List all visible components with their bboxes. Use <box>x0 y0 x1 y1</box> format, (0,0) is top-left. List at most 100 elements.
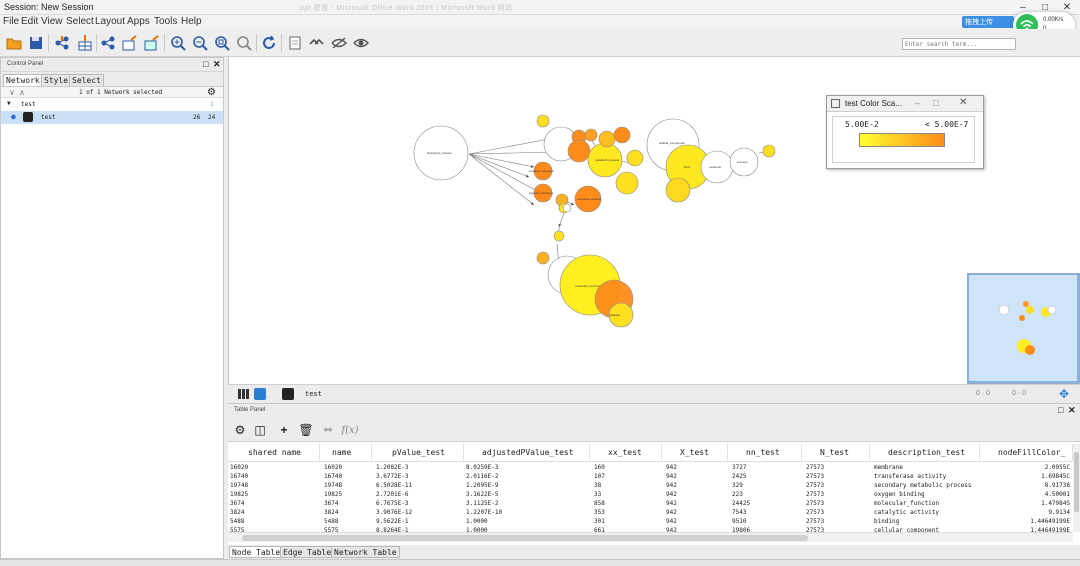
expand-arrow-icon[interactable]: ▼ <box>7 100 11 107</box>
refresh-icon[interactable] <box>260 34 278 52</box>
table-cell[interactable]: 8.91738 <box>984 482 1070 489</box>
close-panel-icon[interactable]: ✕ <box>213 59 221 70</box>
table-horizontal-scrollbar[interactable] <box>228 532 1073 542</box>
table-cell[interactable]: 858 <box>594 500 662 507</box>
home-icon[interactable] <box>308 34 326 52</box>
import-table-icon[interactable] <box>76 34 94 52</box>
table-cell[interactable]: 1.44649199E <box>984 518 1070 525</box>
table-cell[interactable]: 1.2207E-10 <box>466 509 590 516</box>
zoom-out-icon[interactable] <box>191 34 209 52</box>
table-cell[interactable]: 1.2095E-9 <box>466 482 590 489</box>
network-overview-minimap[interactable] <box>967 273 1080 384</box>
table-cell[interactable]: oxygen binding <box>874 491 980 498</box>
table-cell[interactable]: 5488 <box>324 518 372 525</box>
tab-select[interactable]: Select <box>69 74 104 86</box>
table-cell[interactable]: 27573 <box>806 491 870 498</box>
table-cell[interactable]: secondary metabolic process <box>874 482 980 489</box>
table-cell[interactable]: 942 <box>666 464 728 471</box>
close-table-icon[interactable]: ✕ <box>1068 405 1076 416</box>
table-cell[interactable]: 942 <box>666 491 728 498</box>
open-folder-icon[interactable] <box>5 34 23 52</box>
table-cell[interactable]: 16020 <box>230 464 320 471</box>
table-cell[interactable]: 3.9076E-12 <box>376 509 464 516</box>
collapse-all-icon[interactable]: ∨ <box>9 88 15 97</box>
table-cell[interactable]: 4.50001 <box>984 491 1070 498</box>
table-cell[interactable]: 2.0116E-2 <box>466 473 590 480</box>
table-cell[interactable]: 3824 <box>230 509 320 516</box>
export-image-icon[interactable] <box>143 34 161 52</box>
table-cell[interactable]: 107 <box>594 473 662 480</box>
save-icon[interactable] <box>27 34 45 52</box>
gear-icon[interactable]: ⚙ <box>207 87 216 98</box>
tab-node-table[interactable]: Node Table <box>229 546 284 558</box>
color-scale-legend[interactable]: test Color Sca... – □ ✕ 5.00E-2 < 5.00E-… <box>826 95 984 169</box>
menu-select[interactable]: Select <box>66 16 94 27</box>
table-row[interactable]: 19748 19748 6.5028E-11 1.2095E-9 38 942 329 275… <box>228 482 1073 491</box>
table-cell[interactable]: 3.6772E-3 <box>376 473 464 480</box>
table-cell[interactable]: 942 <box>666 473 728 480</box>
tab-style[interactable]: Style <box>41 74 72 86</box>
legend-maximize-button[interactable]: □ <box>933 98 938 108</box>
table-cell[interactable]: 7543 <box>732 509 802 516</box>
table-cell[interactable]: 942 <box>666 482 728 489</box>
zoom-in-icon[interactable] <box>169 34 187 52</box>
table-cell[interactable]: 1.2082E-3 <box>376 464 464 471</box>
delete-column-icon[interactable]: 🗑 <box>298 422 314 438</box>
menu-help[interactable]: Help <box>181 16 202 27</box>
table-cell[interactable]: 27573 <box>806 464 870 471</box>
zoom-selected-icon[interactable] <box>235 34 253 52</box>
col-header-x[interactable]: X_test <box>662 444 728 462</box>
add-column-icon[interactable]: + <box>276 422 292 438</box>
function-builder-icon[interactable]: f(x) <box>341 422 358 438</box>
legend-minimize-button[interactable]: – <box>915 98 920 108</box>
table-row[interactable]: 3674 3674 6.7675E-3 3.1125E-2 858 942 24425 275… <box>228 500 1073 509</box>
table-cell[interactable]: 27573 <box>806 473 870 480</box>
table-row[interactable]: 16740 16740 3.6772E-3 2.0116E-2 107 942 2425 27… <box>228 473 1073 482</box>
table-cell[interactable]: 223 <box>732 491 802 498</box>
table-cell[interactable]: 5488 <box>230 518 320 525</box>
tab-network-table[interactable]: Network Table <box>331 546 400 558</box>
new-network-from-selection-icon[interactable] <box>286 34 304 52</box>
table-cell[interactable]: 9.9134 <box>984 509 1070 516</box>
export-network-icon[interactable] <box>99 34 117 52</box>
col-header-adjusted-pvalue[interactable]: adjustedPValue_test <box>464 444 590 462</box>
col-header-shared-name[interactable]: shared name <box>228 444 320 462</box>
table-cell[interactable]: 19748 <box>230 482 320 489</box>
table-row[interactable]: 19825 19825 2.7201E-6 3.1622E-5 33 942 223 2757… <box>228 491 1073 500</box>
table-cell[interactable]: 16020 <box>324 464 372 471</box>
table-cell[interactable]: 9.5622E-1 <box>376 518 464 525</box>
table-row[interactable]: 16020 16020 1.2082E-3 8.0259E-3 160 942 3727 27… <box>228 464 1073 473</box>
table-cell[interactable]: 942 <box>666 518 728 525</box>
expand-all-icon[interactable]: ∧ <box>19 88 25 97</box>
table-cell[interactable]: 1.69845C <box>984 473 1070 480</box>
menu-apps[interactable]: Apps <box>127 16 150 27</box>
col-header-n[interactable]: N_test <box>802 444 870 462</box>
table-cell[interactable]: 6.7675E-3 <box>376 500 464 507</box>
table-cell[interactable]: 329 <box>732 482 802 489</box>
table-cell[interactable]: 6.5028E-11 <box>376 482 464 489</box>
table-cell[interactable]: 3.1125E-2 <box>466 500 590 507</box>
menu-view[interactable]: View <box>41 16 63 27</box>
show-icon[interactable] <box>352 34 370 52</box>
import-network-icon[interactable] <box>53 34 71 52</box>
table-cell[interactable]: 301 <box>594 518 662 525</box>
table-cell[interactable]: 942 <box>666 509 728 516</box>
table-cell[interactable]: 16740 <box>324 473 372 480</box>
tab-edge-table[interactable]: Edge Table <box>280 546 335 558</box>
float-table-icon[interactable]: □ <box>1058 405 1063 415</box>
table-cell[interactable]: 9510 <box>732 518 802 525</box>
table-cell[interactable]: 1.47984S <box>984 500 1070 507</box>
table-settings-icon[interactable]: ⚙ <box>232 422 248 438</box>
table-cell[interactable]: transferase activity <box>874 473 980 480</box>
navigate-icon[interactable]: ✥ <box>1059 387 1069 401</box>
table-cell[interactable]: binding <box>874 518 980 525</box>
export-view-icon[interactable] <box>282 388 294 400</box>
table-cell[interactable]: 19825 <box>324 491 372 498</box>
table-cell[interactable]: catalytic activity <box>874 509 980 516</box>
upload-widget[interactable]: 拖拽上传 <box>962 16 1014 28</box>
col-header-name[interactable]: name <box>320 444 372 462</box>
table-cell[interactable]: 27573 <box>806 509 870 516</box>
table-cell[interactable]: 27573 <box>806 482 870 489</box>
menu-edit[interactable]: Edit <box>21 16 38 27</box>
table-row[interactable]: 5488 5488 9.5622E-1 1.0000 301 942 9510 27573 bi… <box>228 518 1073 527</box>
